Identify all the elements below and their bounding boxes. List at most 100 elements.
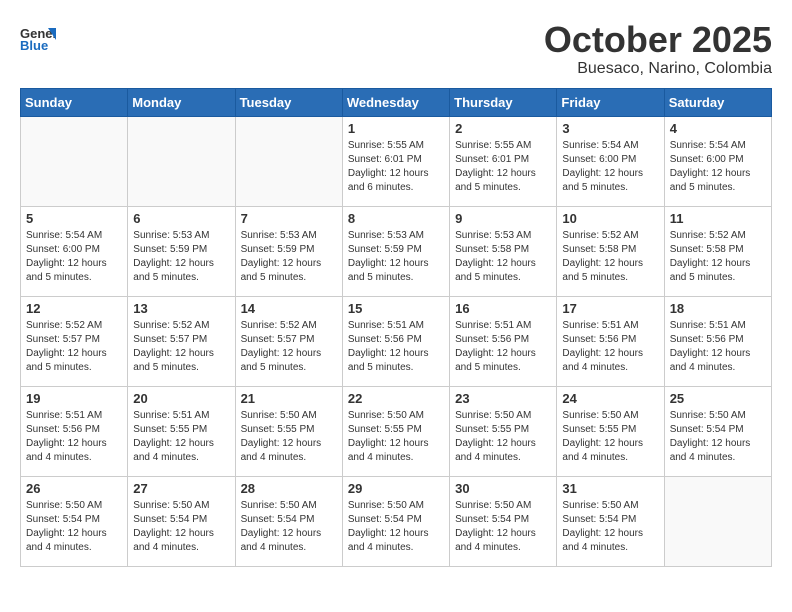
- calendar-cell: 13 Sunrise: 5:52 AM Sunset: 5:57 PM Dayli…: [128, 296, 235, 386]
- month-title: October 2025: [544, 20, 772, 60]
- day-number: 6: [133, 211, 229, 226]
- calendar-cell: 24 Sunrise: 5:50 AM Sunset: 5:55 PM Dayli…: [557, 386, 664, 476]
- day-info: Sunrise: 5:53 AM Sunset: 5:59 PM Dayligh…: [241, 229, 337, 285]
- weekday-header-saturday: Saturday: [664, 88, 771, 116]
- day-info: Sunrise: 5:54 AM Sunset: 6:00 PM Dayligh…: [562, 139, 658, 195]
- calendar-table: SundayMondayTuesdayWednesdayThursdayFrid…: [20, 88, 772, 567]
- day-number: 21: [241, 391, 337, 406]
- calendar-cell: 19 Sunrise: 5:51 AM Sunset: 5:56 PM Dayli…: [21, 386, 128, 476]
- week-row-3: 12 Sunrise: 5:52 AM Sunset: 5:57 PM Dayli…: [21, 296, 772, 386]
- day-info: Sunrise: 5:50 AM Sunset: 5:55 PM Dayligh…: [455, 409, 551, 465]
- day-info: Sunrise: 5:50 AM Sunset: 5:54 PM Dayligh…: [670, 409, 766, 465]
- calendar-cell: 22Sunrise: 5:50 AM Sunset: 5:55 PM Dayli…: [342, 386, 449, 476]
- calendar-cell: 29Sunrise: 5:50 AM Sunset: 5:54 PM Dayli…: [342, 476, 449, 566]
- day-number: 2: [455, 121, 551, 136]
- day-number: 22: [348, 391, 444, 406]
- logo: General Blue: [20, 20, 60, 56]
- calendar-cell: 3 Sunrise: 5:54 AM Sunset: 6:00 PM Daylig…: [557, 116, 664, 206]
- calendar-cell: 28Sunrise: 5:50 AM Sunset: 5:54 PM Dayli…: [235, 476, 342, 566]
- day-number: 25: [670, 391, 766, 406]
- day-info: Sunrise: 5:52 AM Sunset: 5:57 PM Dayligh…: [133, 319, 229, 375]
- calendar-cell: 1Sunrise: 5:55 AM Sunset: 6:01 PM Daylig…: [342, 116, 449, 206]
- day-number: 24: [562, 391, 658, 406]
- day-info: Sunrise: 5:50 AM Sunset: 5:55 PM Dayligh…: [562, 409, 658, 465]
- day-number: 26: [26, 481, 122, 496]
- day-info: Sunrise: 5:52 AM Sunset: 5:58 PM Dayligh…: [562, 229, 658, 285]
- day-number: 23: [455, 391, 551, 406]
- day-info: Sunrise: 5:53 AM Sunset: 5:58 PM Dayligh…: [455, 229, 551, 285]
- calendar-cell: 31 Sunrise: 5:50 AM Sunset: 5:54 PM Dayli…: [557, 476, 664, 566]
- calendar-cell: 23 Sunrise: 5:50 AM Sunset: 5:55 PM Dayli…: [450, 386, 557, 476]
- calendar-cell: 10 Sunrise: 5:52 AM Sunset: 5:58 PM Dayli…: [557, 206, 664, 296]
- day-info: Sunrise: 5:51 AM Sunset: 5:56 PM Dayligh…: [455, 319, 551, 375]
- calendar-cell: 4Sunrise: 5:54 AM Sunset: 6:00 PM Daylig…: [664, 116, 771, 206]
- weekday-header-row: SundayMondayTuesdayWednesdayThursdayFrid…: [21, 88, 772, 116]
- day-info: Sunrise: 5:53 AM Sunset: 5:59 PM Dayligh…: [348, 229, 444, 285]
- day-info: Sunrise: 5:52 AM Sunset: 5:58 PM Dayligh…: [670, 229, 766, 285]
- day-number: 20: [133, 391, 229, 406]
- calendar-cell: 11 Sunrise: 5:52 AM Sunset: 5:58 PM Dayli…: [664, 206, 771, 296]
- calendar-cell: 20 Sunrise: 5:51 AM Sunset: 5:55 PM Dayli…: [128, 386, 235, 476]
- calendar-cell: 6 Sunrise: 5:53 AM Sunset: 5:59 PM Daylig…: [128, 206, 235, 296]
- day-info: Sunrise: 5:52 AM Sunset: 5:57 PM Dayligh…: [26, 319, 122, 375]
- location: Buesaco, Narino, Colombia: [544, 60, 772, 78]
- weekday-header-sunday: Sunday: [21, 88, 128, 116]
- calendar-cell: 27 Sunrise: 5:50 AM Sunset: 5:54 PM Dayli…: [128, 476, 235, 566]
- day-info: Sunrise: 5:50 AM Sunset: 5:54 PM Dayligh…: [26, 499, 122, 555]
- calendar-cell: [664, 476, 771, 566]
- calendar-cell: 21Sunrise: 5:50 AM Sunset: 5:55 PM Dayli…: [235, 386, 342, 476]
- day-info: Sunrise: 5:51 AM Sunset: 5:56 PM Dayligh…: [670, 319, 766, 375]
- calendar-cell: [235, 116, 342, 206]
- day-number: 4: [670, 121, 766, 136]
- day-info: Sunrise: 5:51 AM Sunset: 5:55 PM Dayligh…: [133, 409, 229, 465]
- day-info: Sunrise: 5:50 AM Sunset: 5:54 PM Dayligh…: [133, 499, 229, 555]
- logo-icon: General Blue: [20, 20, 56, 56]
- day-number: 15: [348, 301, 444, 316]
- day-number: 12: [26, 301, 122, 316]
- calendar-cell: 18 Sunrise: 5:51 AM Sunset: 5:56 PM Dayli…: [664, 296, 771, 386]
- calendar-cell: 12 Sunrise: 5:52 AM Sunset: 5:57 PM Dayli…: [21, 296, 128, 386]
- day-number: 3: [562, 121, 658, 136]
- calendar-cell: [128, 116, 235, 206]
- day-number: 5: [26, 211, 122, 226]
- day-number: 17: [562, 301, 658, 316]
- day-info: Sunrise: 5:51 AM Sunset: 5:56 PM Dayligh…: [26, 409, 122, 465]
- week-row-5: 26 Sunrise: 5:50 AM Sunset: 5:54 PM Dayli…: [21, 476, 772, 566]
- calendar-cell: [21, 116, 128, 206]
- day-info: Sunrise: 5:53 AM Sunset: 5:59 PM Dayligh…: [133, 229, 229, 285]
- weekday-header-wednesday: Wednesday: [342, 88, 449, 116]
- calendar-cell: 5 Sunrise: 5:54 AM Sunset: 6:00 PM Daylig…: [21, 206, 128, 296]
- day-number: 9: [455, 211, 551, 226]
- day-number: 18: [670, 301, 766, 316]
- day-number: 28: [241, 481, 337, 496]
- day-info: Sunrise: 5:52 AM Sunset: 5:57 PM Dayligh…: [241, 319, 337, 375]
- day-number: 14: [241, 301, 337, 316]
- day-number: 19: [26, 391, 122, 406]
- svg-text:Blue: Blue: [20, 38, 48, 53]
- calendar-cell: 2Sunrise: 5:55 AM Sunset: 6:01 PM Daylig…: [450, 116, 557, 206]
- day-number: 13: [133, 301, 229, 316]
- calendar-cell: 25 Sunrise: 5:50 AM Sunset: 5:54 PM Dayli…: [664, 386, 771, 476]
- day-number: 31: [562, 481, 658, 496]
- day-info: Sunrise: 5:50 AM Sunset: 5:54 PM Dayligh…: [562, 499, 658, 555]
- day-info: Sunrise: 5:50 AM Sunset: 5:54 PM Dayligh…: [348, 499, 444, 555]
- weekday-header-thursday: Thursday: [450, 88, 557, 116]
- day-info: Sunrise: 5:50 AM Sunset: 5:54 PM Dayligh…: [455, 499, 551, 555]
- day-number: 11: [670, 211, 766, 226]
- day-number: 30: [455, 481, 551, 496]
- calendar-cell: 14 Sunrise: 5:52 AM Sunset: 5:57 PM Dayli…: [235, 296, 342, 386]
- calendar-cell: 7Sunrise: 5:53 AM Sunset: 5:59 PM Daylig…: [235, 206, 342, 296]
- week-row-1: 1Sunrise: 5:55 AM Sunset: 6:01 PM Daylig…: [21, 116, 772, 206]
- day-number: 10: [562, 211, 658, 226]
- day-info: Sunrise: 5:51 AM Sunset: 5:56 PM Dayligh…: [348, 319, 444, 375]
- day-number: 27: [133, 481, 229, 496]
- weekday-header-tuesday: Tuesday: [235, 88, 342, 116]
- week-row-4: 19 Sunrise: 5:51 AM Sunset: 5:56 PM Dayli…: [21, 386, 772, 476]
- day-number: 16: [455, 301, 551, 316]
- day-info: Sunrise: 5:54 AM Sunset: 6:00 PM Dayligh…: [26, 229, 122, 285]
- calendar-cell: 16 Sunrise: 5:51 AM Sunset: 5:56 PM Dayli…: [450, 296, 557, 386]
- day-number: 1: [348, 121, 444, 136]
- page-header: General Blue October 2025 Buesaco, Narin…: [20, 20, 772, 78]
- calendar-cell: 17 Sunrise: 5:51 AM Sunset: 5:56 PM Dayli…: [557, 296, 664, 386]
- day-info: Sunrise: 5:51 AM Sunset: 5:56 PM Dayligh…: [562, 319, 658, 375]
